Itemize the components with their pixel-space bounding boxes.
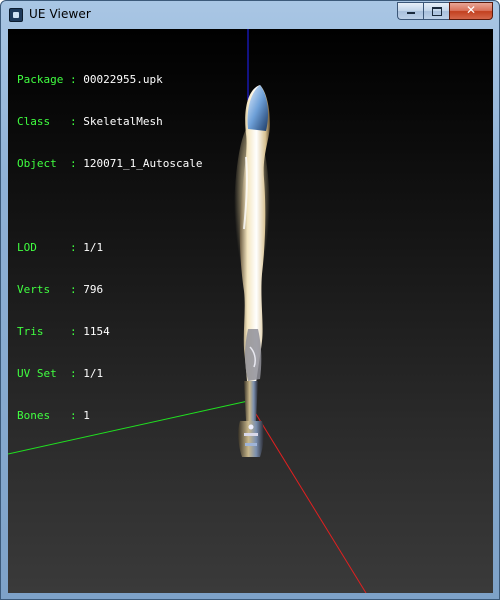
title-bar[interactable]: UE Viewer ✕ — [1, 1, 499, 29]
info-separator: : — [63, 241, 84, 254]
info-separator: : — [63, 325, 84, 338]
maximize-icon — [431, 7, 442, 16]
info-label: Class — [17, 115, 64, 128]
info-value: 1154 — [83, 325, 110, 338]
info-label: Bones — [17, 409, 64, 422]
info-label: Verts — [17, 283, 64, 296]
sword-mesh[interactable] — [234, 85, 270, 457]
info-value: 1 — [83, 409, 90, 422]
axis-x-line — [247, 400, 367, 593]
info-value: 1/1 — [83, 241, 104, 254]
info-value: 796 — [83, 283, 104, 296]
info-value: SkeletalMesh — [83, 115, 163, 128]
minimize-button[interactable] — [397, 2, 423, 20]
info-separator: : — [63, 115, 84, 128]
info-label: UV Set — [17, 367, 64, 380]
window-controls: ✕ — [397, 2, 493, 20]
info-row-bones: Bones : 1 — [17, 409, 202, 423]
mesh-info-overlay: Package : 00022955.upk Class : SkeletalM… — [17, 45, 202, 451]
info-row-uvset: UV Set : 1/1 — [17, 367, 202, 381]
info-row-object: Object : 120071_1_Autoscale — [17, 157, 202, 171]
close-button[interactable]: ✕ — [449, 2, 493, 20]
info-row-class: Class : SkeletalMesh — [17, 115, 202, 129]
info-label: LOD — [17, 241, 64, 254]
info-value: 00022955.upk — [83, 73, 163, 86]
info-label: Tris — [17, 325, 64, 338]
info-separator: : — [63, 283, 84, 296]
app-window: UE Viewer ✕ Package: 00022955.upk Class… — [0, 0, 500, 600]
info-label: Package — [17, 73, 64, 86]
info-label: Object — [17, 157, 64, 170]
info-row-tris: Tris : 1154 — [17, 325, 202, 339]
info-separator: : — [63, 367, 84, 380]
minimize-icon — [406, 12, 415, 14]
info-separator: : — [63, 73, 84, 86]
info-value: 120071_1_Autoscale — [83, 157, 203, 170]
info-separator: : — [63, 409, 84, 422]
info-separator: : — [63, 157, 84, 170]
close-icon: ✕ — [465, 3, 477, 17]
window-title: UE Viewer — [29, 7, 91, 21]
maximize-button[interactable] — [423, 2, 449, 20]
3d-viewport[interactable]: Package : 00022955.upk Class : SkeletalM… — [8, 29, 493, 593]
info-row-lod: LOD : 1/1 — [17, 241, 202, 255]
info-row-verts: Verts : 796 — [17, 283, 202, 297]
app-icon[interactable] — [9, 8, 23, 22]
info-row-package: Package : 00022955.upk — [17, 73, 202, 87]
info-value: 1/1 — [83, 367, 104, 380]
